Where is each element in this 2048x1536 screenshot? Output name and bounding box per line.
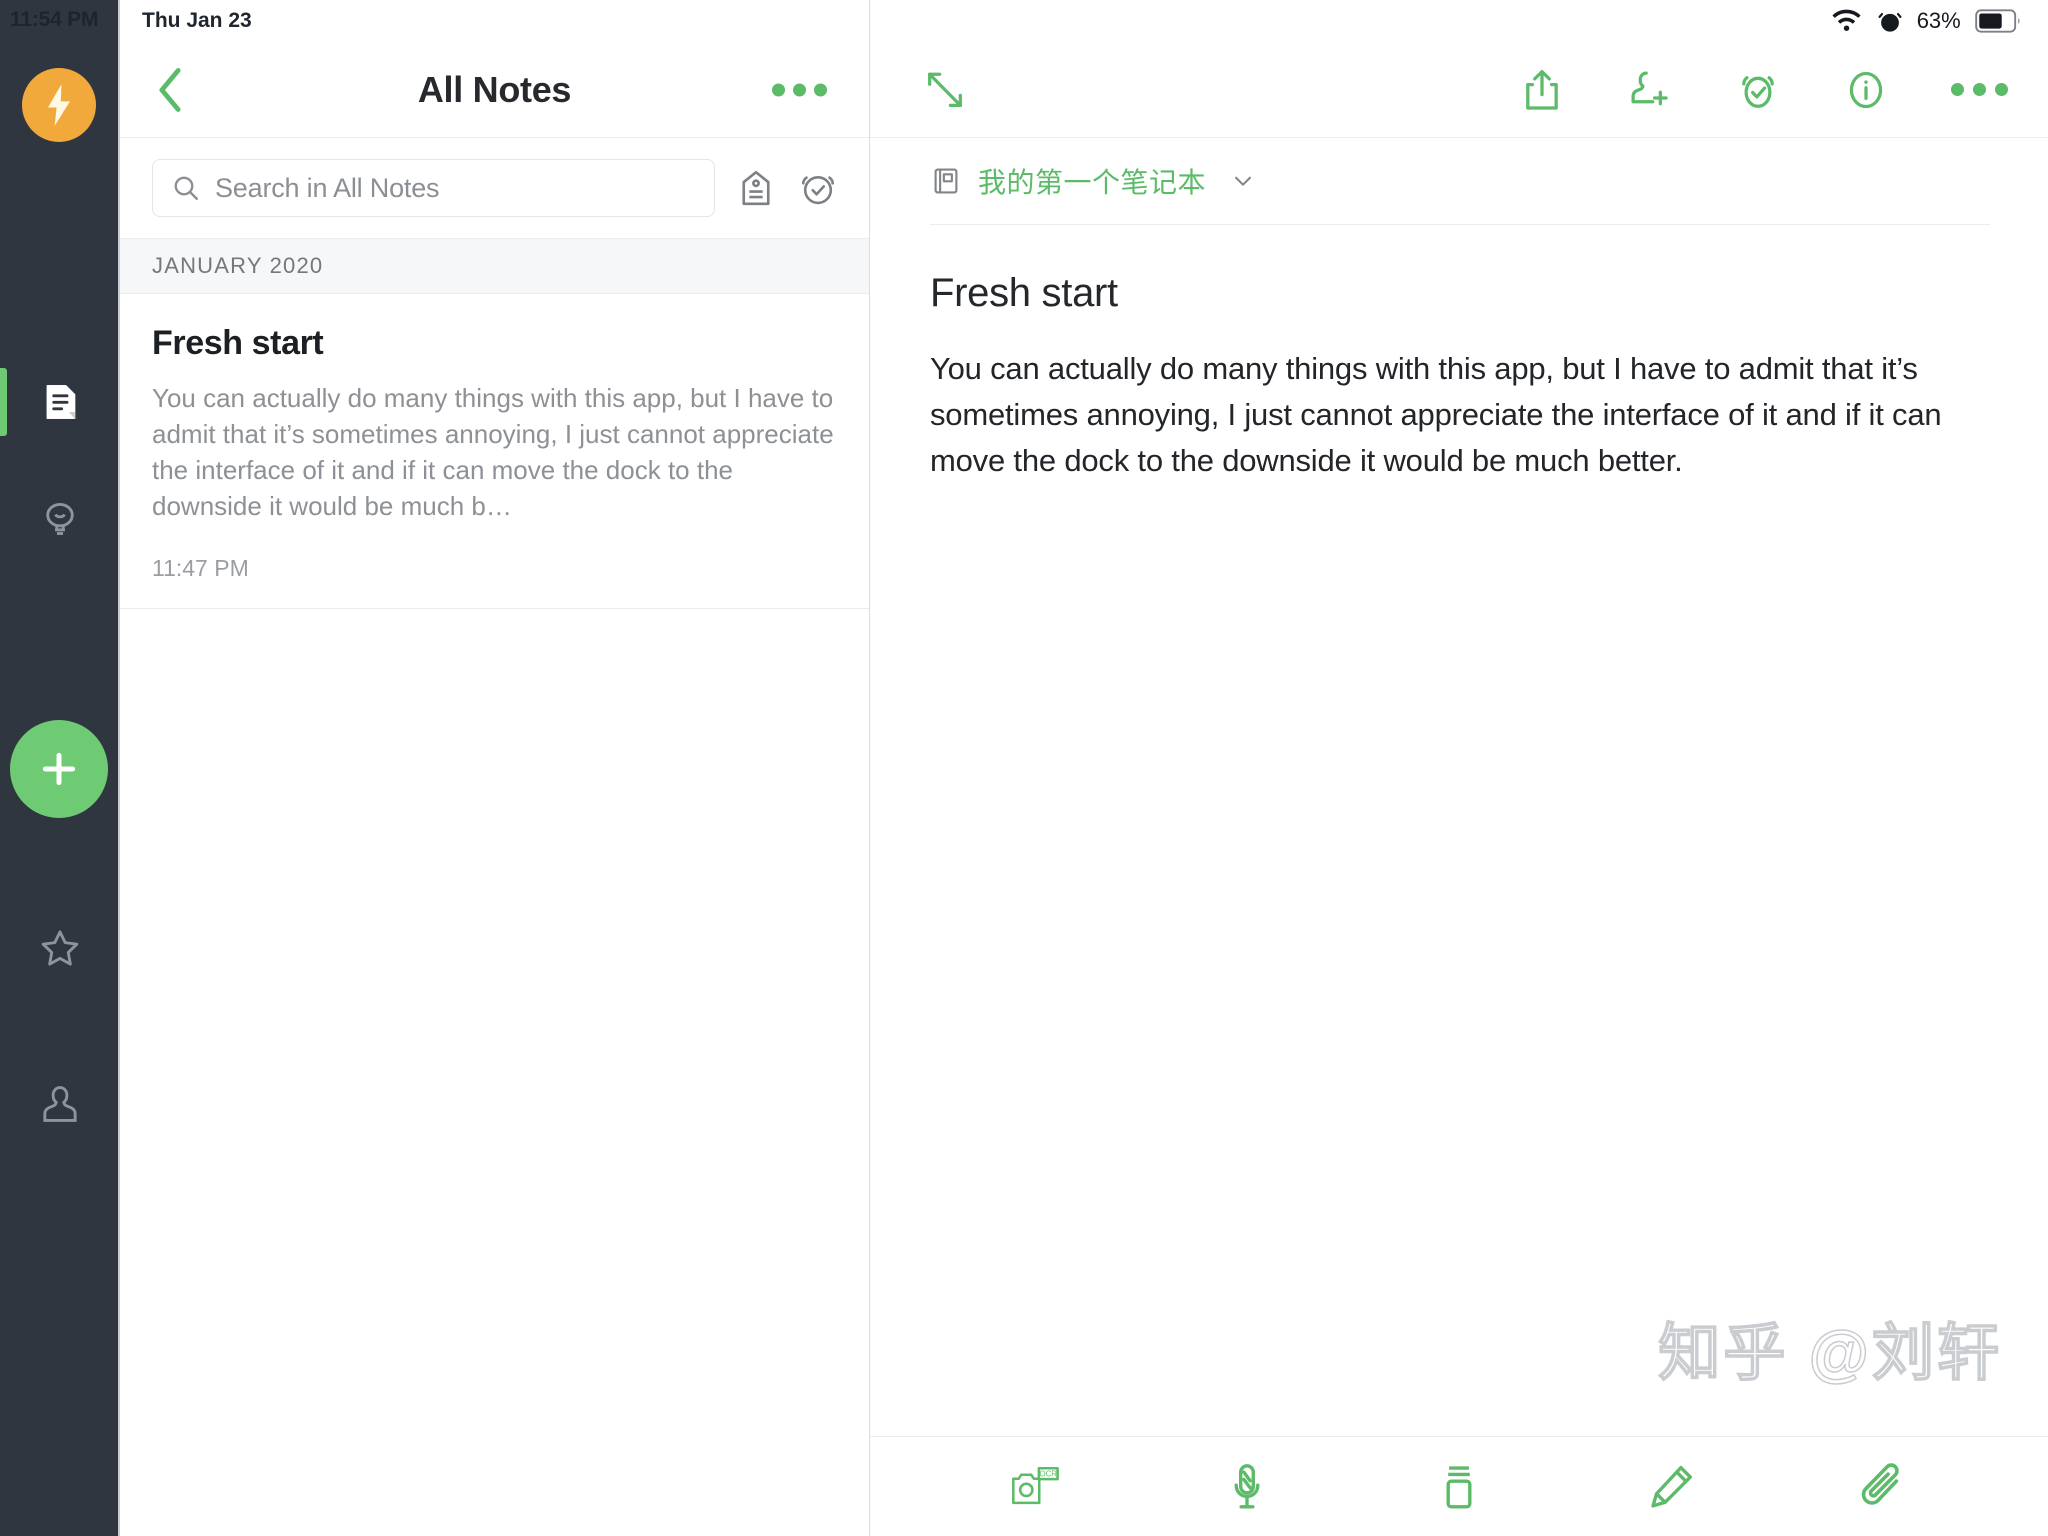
lightbulb-icon — [46, 502, 74, 535]
alarm-check-icon[interactable] — [1735, 67, 1781, 113]
list-titlebar: All Notes — [120, 42, 869, 138]
search-row: Search in All Notes — [120, 138, 869, 238]
checklist-icon — [1446, 1465, 1472, 1508]
status-bar-date: Thu Jan 23 — [142, 9, 252, 32]
search-input[interactable]: Search in All Notes — [152, 159, 715, 217]
expand-arrows-icon[interactable] — [922, 67, 968, 113]
note-title: Fresh start — [152, 324, 324, 362]
bolt-glyph — [48, 84, 70, 126]
microphone-icon — [1234, 1463, 1260, 1508]
alarm-check-icon[interactable] — [797, 167, 839, 209]
dot — [814, 83, 827, 96]
note-timestamp: 11:47 PM — [152, 554, 249, 581]
list-more-button[interactable] — [772, 83, 827, 96]
status-bar-time: 11:54 PM — [10, 8, 99, 31]
dot — [1995, 83, 2008, 96]
more-dots-icon[interactable] — [1951, 83, 2008, 96]
watermark: 知乎 @刘轩 — [1658, 1318, 2002, 1389]
battery-percent: 63% — [1916, 8, 1961, 33]
note-detail-body: You can actually do many things with thi… — [930, 351, 1942, 478]
breadcrumb[interactable]: 我的第一个笔记本 — [870, 138, 2048, 224]
note-detail-title: Fresh start — [930, 271, 1118, 315]
dot — [772, 83, 785, 96]
list-item[interactable]: Fresh start You can actually do many thi… — [120, 294, 869, 609]
search-icon — [174, 176, 198, 200]
bolt-logo-icon[interactable] — [22, 68, 96, 142]
sidebar-item-notes[interactable] — [0, 354, 120, 450]
status-bar-right: 63% — [870, 0, 2048, 42]
left-rail: 11:54 PM — [0, 0, 120, 1536]
editor-bottom-toolbar: OCR — [870, 1436, 2048, 1536]
handwrite-button[interactable] — [1565, 1460, 1777, 1514]
sidebar-item-shortcuts[interactable] — [0, 900, 120, 996]
alarm-icon — [1878, 12, 1902, 32]
notes-icon — [46, 385, 76, 419]
dot — [1951, 83, 1964, 96]
camera-ocr-button[interactable]: OCR — [930, 1460, 1142, 1514]
info-icon[interactable] — [1843, 67, 1889, 113]
notebook-name: 我的第一个笔记本 — [978, 167, 1207, 198]
add-person-icon[interactable] — [1627, 67, 1673, 113]
star-icon — [41, 930, 79, 966]
page-title: All Notes — [417, 68, 572, 110]
plus-icon — [42, 752, 76, 786]
note-list-pane: Thu Jan 23 All Notes Search in All Notes — [120, 0, 870, 1536]
microphone-button[interactable] — [1142, 1460, 1354, 1514]
detail-toolbar — [870, 42, 2048, 138]
search-placeholder: Search in All Notes — [215, 172, 440, 203]
pencil-icon — [1650, 1465, 1692, 1508]
chevron-down-icon[interactable] — [1230, 168, 1256, 194]
note-body-area[interactable]: Fresh start You can actually do many thi… — [870, 225, 2048, 1436]
sidebar-item-ideas[interactable] — [0, 470, 120, 566]
checklist-button[interactable] — [1353, 1460, 1565, 1514]
dot — [1973, 83, 1986, 96]
sidebar-item-account[interactable] — [0, 1056, 120, 1152]
note-preview: You can actually do many things with thi… — [152, 383, 834, 521]
share-icon[interactable] — [1519, 67, 1565, 113]
note-detail-pane: 63% 我的第一个笔记本 Fresh start You can actuall… — [870, 0, 2048, 1536]
detail-toolbar-actions — [1519, 67, 2008, 113]
new-note-button[interactable] — [10, 720, 108, 818]
camera-ocr-icon: OCR — [1011, 1466, 1059, 1504]
attach-button[interactable] — [1776, 1460, 1988, 1514]
tag-icon[interactable] — [735, 167, 777, 209]
paperclip-icon — [1861, 1462, 1899, 1505]
account-icon — [43, 1086, 77, 1122]
section-header: JANUARY 2020 — [120, 238, 869, 294]
wifi-icon — [1832, 9, 1861, 31]
battery-icon — [1974, 9, 2020, 33]
back-chevron-icon[interactable] — [150, 64, 190, 116]
notebook-icon — [934, 168, 958, 194]
app-root: 11:54 PM Thu Jan 23 All Notes Search in … — [0, 0, 2048, 1536]
svg-text:OCR: OCR — [1039, 1469, 1057, 1478]
dot — [793, 83, 806, 96]
